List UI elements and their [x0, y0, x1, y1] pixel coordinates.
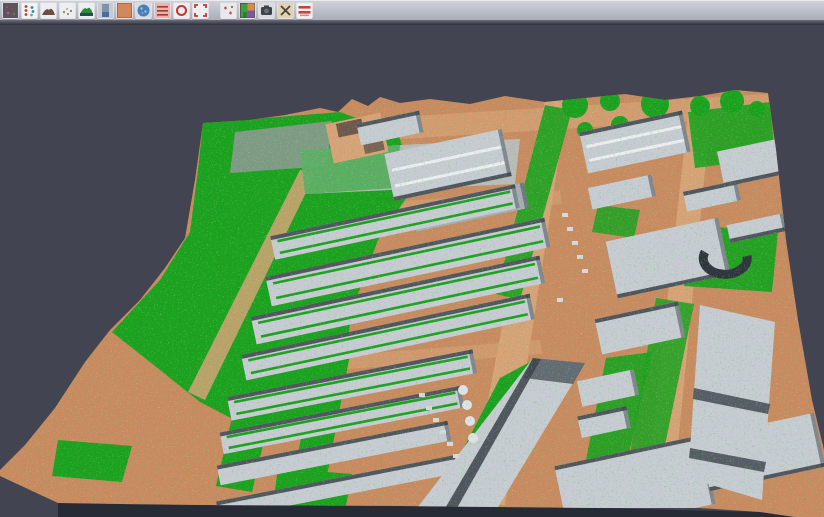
tool-profile-column[interactable] — [97, 2, 114, 19]
profile-column-icon — [98, 3, 113, 18]
ground-class-icon — [117, 3, 132, 18]
tool-terrain-green[interactable] — [78, 2, 95, 19]
classification-palette-icon — [240, 3, 255, 18]
toolbar — [0, 0, 824, 20]
point-cloud-scene — [0, 25, 824, 517]
globe-icon — [136, 3, 151, 18]
tool-dark-points[interactable] — [2, 2, 19, 19]
tool-remove-lines[interactable] — [296, 2, 313, 19]
tool-delete-cross[interactable] — [277, 2, 294, 19]
app-window — [0, 0, 824, 517]
class-points-icon — [22, 3, 37, 18]
tool-classification-palette[interactable] — [239, 2, 256, 19]
tool-class-points[interactable] — [21, 2, 38, 19]
tool-globe[interactable] — [135, 2, 152, 19]
terrain-green-icon — [79, 3, 94, 18]
edit-points-icon — [221, 3, 236, 18]
3d-viewport[interactable] — [0, 25, 824, 517]
tool-terrain-brown[interactable] — [40, 2, 57, 19]
circle-select-icon — [174, 3, 189, 18]
tool-circle-select[interactable] — [173, 2, 190, 19]
tool-edit-points[interactable] — [220, 2, 237, 19]
dark-points-icon — [3, 3, 18, 18]
profile-lines-icon — [155, 3, 170, 18]
terrain-brown-icon — [41, 3, 56, 18]
tool-sparse-points[interactable] — [59, 2, 76, 19]
fence-select-icon — [193, 3, 208, 18]
tool-camera[interactable] — [258, 2, 275, 19]
tool-ground-class[interactable] — [116, 2, 133, 19]
delete-cross-icon — [278, 3, 293, 18]
tool-fence-select[interactable] — [192, 2, 209, 19]
sparse-points-icon — [60, 3, 75, 18]
remove-lines-icon — [297, 3, 312, 18]
camera-icon — [259, 3, 274, 18]
tool-profile-lines[interactable] — [154, 2, 171, 19]
